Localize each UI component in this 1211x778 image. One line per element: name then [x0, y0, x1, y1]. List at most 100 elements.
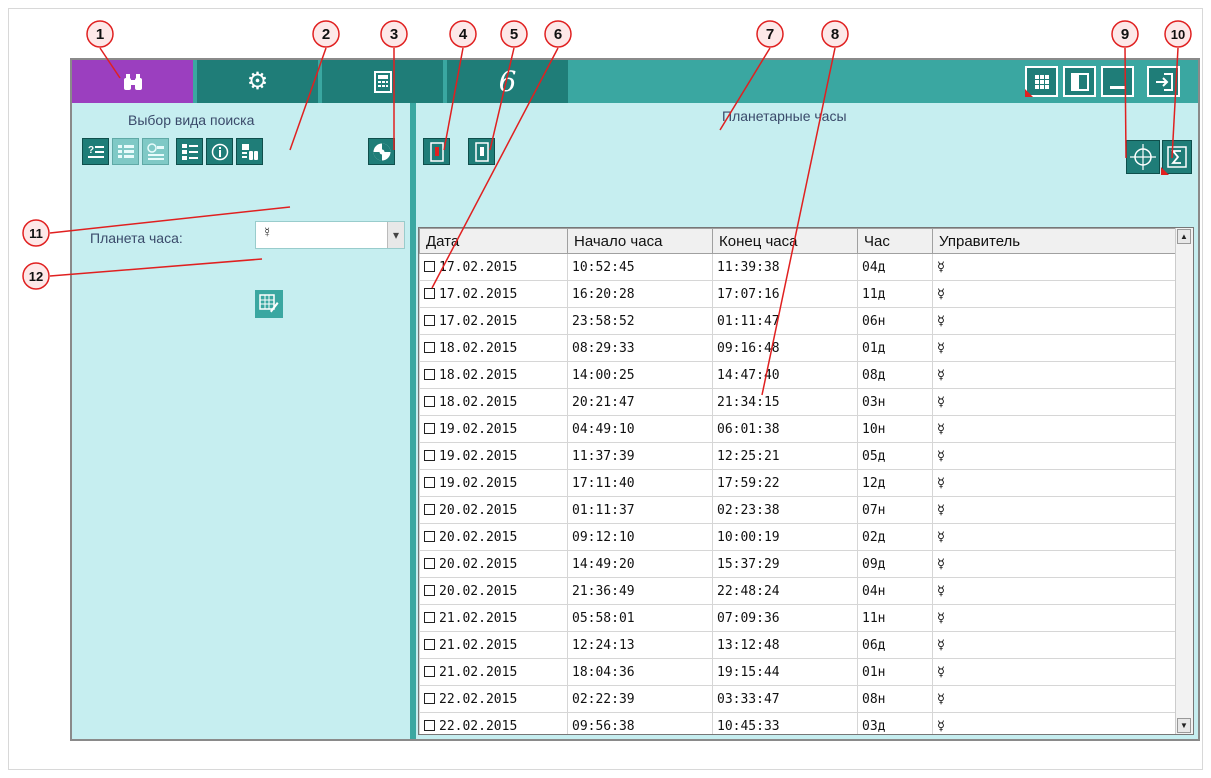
cell-ruler-text: ☿	[937, 394, 945, 410]
cell-hour-start: 01:11:37	[567, 496, 713, 524]
cell-date: 18.02.2015	[419, 388, 568, 416]
row-checkbox[interactable]	[424, 665, 435, 677]
table-row[interactable]: 18.02.2015 20:21:47 21:34:15 03н ☿	[419, 388, 1177, 416]
binoculars-icon	[123, 73, 142, 90]
row-checkbox[interactable]	[424, 395, 435, 407]
cell-date-text: 18.02.2015	[439, 394, 518, 410]
cell-hour-end-text: 09:16:48	[717, 340, 780, 356]
cell-hour-start-text: 23:58:52	[572, 313, 635, 329]
cell-hour-start: 23:58:52	[567, 307, 713, 335]
table-row[interactable]: 22.02.2015 09:56:38 10:45:33 03д ☿	[419, 712, 1177, 734]
table-row[interactable]: 22.02.2015 02:22:39 03:33:47 08н ☿	[419, 685, 1177, 713]
scroll-down-icon[interactable]: ▼	[1177, 718, 1191, 733]
minimize-button[interactable]	[1101, 66, 1134, 97]
row-checkbox[interactable]	[424, 422, 435, 434]
grid-view-icon	[1034, 74, 1049, 89]
table-row[interactable]: 20.02.2015 09:12:10 10:00:19 02д ☿	[419, 523, 1177, 551]
table-search-button[interactable]	[176, 138, 203, 165]
cell-ruler: ☿	[932, 631, 1177, 659]
row-checkbox[interactable]	[424, 341, 435, 353]
cell-hour: 06н	[857, 307, 933, 335]
cell-date: 18.02.2015	[419, 361, 568, 389]
planet-of-hour-select[interactable]: ☿ ▾	[255, 221, 405, 249]
mark-all-button[interactable]	[423, 138, 450, 165]
row-checkbox[interactable]	[424, 287, 435, 299]
summary-button[interactable]	[1161, 140, 1192, 175]
cell-ruler-text: ☿	[937, 637, 945, 653]
tab-search[interactable]	[72, 60, 193, 103]
column-header-hour-start[interactable]: Начало часа	[567, 228, 713, 254]
grid-view-button[interactable]	[1025, 66, 1058, 97]
table-row[interactable]: 17.02.2015 16:20:28 17:07:16 11д ☿	[419, 280, 1177, 308]
scroll-up-icon[interactable]: ▲	[1177, 229, 1191, 244]
table-row[interactable]: 19.02.2015 04:49:10 06:01:38 10н ☿	[419, 415, 1177, 443]
cell-ruler-text: ☿	[937, 556, 945, 572]
table-row[interactable]: 18.02.2015 08:29:33 09:16:48 01д ☿	[419, 334, 1177, 362]
column-header-date[interactable]: Дата	[419, 228, 568, 254]
panel-toggle-button[interactable]	[1063, 66, 1096, 97]
cell-hour-end-text: 21:34:15	[717, 394, 780, 410]
table-row[interactable]: 17.02.2015 23:58:52 01:11:47 06н ☿	[419, 307, 1177, 335]
table-row[interactable]: 20.02.2015 14:49:20 15:37:29 09д ☿	[419, 550, 1177, 578]
row-checkbox[interactable]	[424, 557, 435, 569]
cell-hour-end-text: 02:23:38	[717, 502, 780, 518]
cell-date-text: 17.02.2015	[439, 313, 518, 329]
dropdown-arrow-icon[interactable]: ▾	[387, 222, 404, 248]
row-checkbox[interactable]	[424, 368, 435, 380]
cell-hour-end: 11:39:38	[712, 253, 858, 281]
clock-search-button[interactable]	[142, 138, 169, 165]
exit-button[interactable]	[1147, 66, 1180, 97]
tab-settings[interactable]: ⚙	[197, 60, 318, 103]
tab-logo[interactable]: 6	[447, 60, 568, 103]
table-row[interactable]: 19.02.2015 11:37:39 12:25:21 05д ☿	[419, 442, 1177, 470]
unmark-all-button[interactable]	[468, 138, 495, 165]
table-header-row: Дата Начало часа Конец часа Час Управите…	[419, 228, 1177, 254]
locate-button[interactable]	[1126, 140, 1160, 174]
menu-indicator	[1025, 89, 1033, 97]
row-checkbox[interactable]	[424, 503, 435, 515]
column-header-hour-end[interactable]: Конец часа	[712, 228, 858, 254]
row-checkbox[interactable]	[424, 719, 435, 731]
row-checkbox[interactable]	[424, 638, 435, 650]
table-row[interactable]: 18.02.2015 14:00:25 14:47:40 08д ☿	[419, 361, 1177, 389]
list-search-button[interactable]	[112, 138, 139, 165]
table-row[interactable]: 19.02.2015 17:11:40 17:59:22 12д ☿	[419, 469, 1177, 497]
row-checkbox[interactable]	[424, 449, 435, 461]
cell-hour-start: 20:21:47	[567, 388, 713, 416]
table-row[interactable]: 21.02.2015 05:58:01 07:09:36 11н ☿	[419, 604, 1177, 632]
cell-ruler-text: ☿	[937, 718, 945, 734]
table-row[interactable]: 20.02.2015 01:11:37 02:23:38 07н ☿	[419, 496, 1177, 524]
column-header-ruler[interactable]: Управитель	[932, 228, 1177, 254]
table-row[interactable]: 21.02.2015 12:24:13 13:12:48 06д ☿	[419, 631, 1177, 659]
planetary-hours-panel: Планетарные часы Дата Начало часа Конец …	[416, 103, 1198, 739]
cell-hour: 09д	[857, 550, 933, 578]
cell-hour-text: 01н	[862, 664, 886, 680]
cell-ruler: ☿	[932, 577, 1177, 605]
vertical-scrollbar[interactable]: ▲ ▼	[1175, 228, 1193, 734]
row-checkbox[interactable]	[424, 260, 435, 272]
tab-calculator[interactable]	[322, 60, 443, 103]
table-row[interactable]: 17.02.2015 10:52:45 11:39:38 04д ☿	[419, 253, 1177, 281]
table-row[interactable]: 20.02.2015 21:36:49 22:48:24 04н ☿	[419, 577, 1177, 605]
row-checkbox[interactable]	[424, 584, 435, 596]
planet-of-hour-label: Планета часа:	[90, 230, 183, 246]
find-record-button[interactable]	[236, 138, 263, 165]
question-search-button[interactable]: ?	[82, 138, 109, 165]
sigma-icon	[1167, 146, 1187, 168]
cell-hour-start: 10:52:45	[567, 253, 713, 281]
apply-filter-button[interactable]	[255, 290, 283, 318]
cell-hour-text: 11н	[862, 610, 886, 626]
cell-date: 18.02.2015	[419, 334, 568, 362]
table-row[interactable]: 21.02.2015 18:04:36 19:15:44 01н ☿	[419, 658, 1177, 686]
row-checkbox[interactable]	[424, 476, 435, 488]
row-checkbox[interactable]	[424, 692, 435, 704]
chart-wheel-button[interactable]	[368, 138, 395, 165]
binoculars-table-icon	[241, 143, 258, 160]
row-checkbox[interactable]	[424, 314, 435, 326]
info-button[interactable]	[206, 138, 233, 165]
column-header-hour[interactable]: Час	[857, 228, 933, 254]
row-checkbox[interactable]	[424, 530, 435, 542]
row-checkbox[interactable]	[424, 611, 435, 623]
cell-hour-start: 09:12:10	[567, 523, 713, 551]
cell-hour-start: 02:22:39	[567, 685, 713, 713]
